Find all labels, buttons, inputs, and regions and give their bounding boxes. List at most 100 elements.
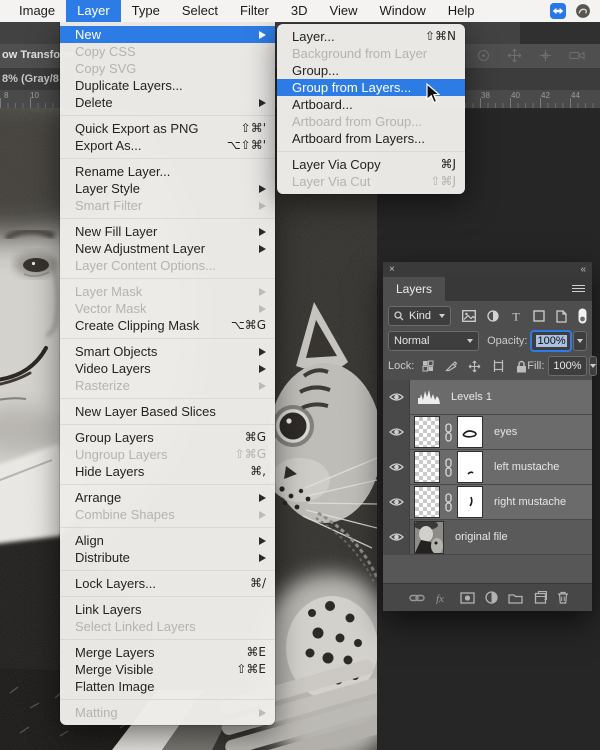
menu-item-layer-via-copy[interactable]: Layer Via Copy⌘J — [277, 156, 465, 173]
visibility-toggle[interactable] — [383, 380, 410, 414]
pan-camera-icon[interactable] — [507, 48, 522, 63]
lock-artboard-icon[interactable] — [492, 360, 505, 372]
layer-row-original-file[interactable]: original file — [383, 520, 592, 555]
filter-toggle-icon[interactable] — [578, 308, 587, 324]
layer-style-icon[interactable]: fx — [435, 592, 450, 604]
opacity-dropdown-button[interactable] — [573, 331, 587, 351]
roll-camera-icon[interactable] — [476, 48, 491, 63]
video-camera-icon[interactable] — [569, 48, 586, 63]
link-layers-icon[interactable] — [409, 593, 425, 603]
add-mask-icon[interactable] — [460, 592, 475, 604]
menu-item-hide-layers[interactable]: Hide Layers⌘, — [60, 463, 275, 480]
layer-row-content: eyes — [410, 415, 592, 449]
menu-item-video-layers[interactable]: Video Layers — [60, 360, 275, 377]
visibility-toggle[interactable] — [383, 415, 410, 449]
menu-item-duplicate-layers[interactable]: Duplicate Layers... — [60, 77, 275, 94]
visibility-toggle[interactable] — [383, 520, 410, 554]
lock-transparency-icon[interactable] — [422, 360, 434, 372]
menu-layer[interactable]: Layer — [66, 0, 121, 22]
menu-item-new[interactable]: New — [60, 26, 275, 43]
menu-item-new-fill-layer[interactable]: New Fill Layer — [60, 223, 275, 240]
layer-row-levels-1[interactable]: Levels 1 — [383, 380, 592, 415]
menu-item-align[interactable]: Align — [60, 532, 275, 549]
panel-collapse-icon[interactable]: « — [580, 262, 586, 277]
panel-bottom-bar: fx — [383, 583, 592, 611]
fill-dropdown-button[interactable] — [589, 356, 597, 376]
filter-shape-layers-icon[interactable] — [533, 310, 545, 322]
menu-item-distribute[interactable]: Distribute — [60, 549, 275, 566]
menu-item-label: Duplicate Layers... — [75, 77, 183, 94]
visibility-toggle[interactable] — [383, 485, 410, 519]
menu-image[interactable]: Image — [8, 0, 66, 22]
menu-item-link-layers[interactable]: Link Layers — [60, 601, 275, 618]
menu-item-label: Hide Layers — [75, 463, 144, 480]
menu-item-new-layer-based-slices[interactable]: New Layer Based Slices — [60, 403, 275, 420]
lock-pixels-icon[interactable] — [445, 360, 457, 372]
adjustment-thumbnail[interactable] — [418, 388, 440, 407]
menu-item-lock-layers[interactable]: Lock Layers...⌘/ — [60, 575, 275, 592]
tab-layers[interactable]: Layers — [383, 277, 445, 301]
layer-name[interactable]: right mustache — [494, 496, 566, 508]
layer-thumbnail[interactable] — [414, 416, 440, 448]
menu-item-quick-export-as-png[interactable]: Quick Export as PNG⇧⌘' — [60, 120, 275, 137]
new-layer-icon[interactable] — [533, 591, 547, 604]
menu-item-artboard-from-layers[interactable]: Artboard from Layers... — [277, 130, 465, 147]
menu-item-flatten-image[interactable]: Flatten Image — [60, 678, 275, 695]
layer-row-left-mustache[interactable]: left mustache — [383, 450, 592, 485]
menu-item-smart-objects[interactable]: Smart Objects — [60, 343, 275, 360]
new-group-icon[interactable] — [508, 592, 523, 604]
menu-item-layer[interactable]: Layer...⇧⌘N — [277, 28, 465, 45]
visibility-toggle[interactable] — [383, 450, 410, 484]
menu-item-group-layers[interactable]: Group Layers⌘G — [60, 429, 275, 446]
blend-mode-dropdown[interactable]: Normal — [388, 331, 479, 351]
lock-position-icon[interactable] — [468, 360, 481, 373]
teamviewer-icon[interactable] — [550, 3, 566, 19]
filter-adjustment-layers-icon[interactable] — [487, 310, 499, 322]
delete-layer-icon[interactable] — [557, 591, 569, 604]
filter-pixel-layers-icon[interactable] — [462, 310, 476, 322]
layer-thumbnail[interactable] — [414, 486, 440, 518]
new-adjustment-layer-icon[interactable] — [485, 591, 498, 604]
menu-item-group[interactable]: Group... — [277, 62, 465, 79]
mask-thumbnail[interactable] — [457, 416, 483, 448]
menu-select[interactable]: Select — [171, 0, 229, 22]
filter-smart-objects-icon[interactable] — [556, 310, 567, 323]
menu-item-arrange[interactable]: Arrange — [60, 489, 275, 506]
layer-name[interactable]: original file — [455, 531, 508, 543]
layer-name[interactable]: left mustache — [494, 461, 559, 473]
layer-thumbnail[interactable] — [414, 521, 444, 554]
fill-input[interactable]: 100% — [548, 356, 586, 376]
menu-item-create-clipping-mask[interactable]: Create Clipping Mask⌥⌘G — [60, 317, 275, 334]
opacity-input[interactable]: 100% — [531, 331, 571, 351]
mask-thumbnail[interactable] — [457, 451, 483, 483]
ruler-number: 10 — [30, 91, 39, 100]
menu-help[interactable]: Help — [437, 0, 486, 22]
filter-type-layers-icon[interactable]: T — [510, 310, 522, 322]
menu-view[interactable]: View — [319, 0, 369, 22]
menu-item-merge-layers[interactable]: Merge Layers⌘E — [60, 644, 275, 661]
menu-item-new-adjustment-layer[interactable]: New Adjustment Layer — [60, 240, 275, 257]
mask-thumbnail[interactable] — [457, 486, 483, 518]
creative-cloud-icon[interactable] — [575, 3, 591, 19]
menu-3d[interactable]: 3D — [280, 0, 319, 22]
layer-thumbnail[interactable] — [414, 451, 440, 483]
menu-item-rename-layer[interactable]: Rename Layer... — [60, 163, 275, 180]
panel-close-icon[interactable]: × — [389, 262, 395, 277]
filter-kind-dropdown[interactable]: Kind — [388, 306, 451, 326]
menu-type[interactable]: Type — [121, 0, 171, 22]
menu-filter[interactable]: Filter — [229, 0, 280, 22]
slide-camera-icon[interactable] — [538, 48, 553, 63]
layer-name[interactable]: eyes — [494, 426, 517, 438]
layer-row-eyes[interactable]: eyes — [383, 415, 592, 450]
layer-row-right-mustache[interactable]: right mustache — [383, 485, 592, 520]
menu-item-layer-style[interactable]: Layer Style — [60, 180, 275, 197]
panel-menu-icon[interactable] — [572, 285, 585, 294]
menu-window[interactable]: Window — [368, 0, 436, 22]
menu-item-shortcut: ⌘J — [440, 156, 456, 173]
menu-item-export-as[interactable]: Export As...⌥⇧⌘' — [60, 137, 275, 154]
layer-name[interactable]: Levels 1 — [451, 391, 492, 403]
menu-item-merge-visible[interactable]: Merge Visible⇧⌘E — [60, 661, 275, 678]
menu-item-label: Rasterize — [75, 377, 130, 394]
menu-item-delete[interactable]: Delete — [60, 94, 275, 111]
lock-all-icon[interactable] — [516, 360, 527, 373]
